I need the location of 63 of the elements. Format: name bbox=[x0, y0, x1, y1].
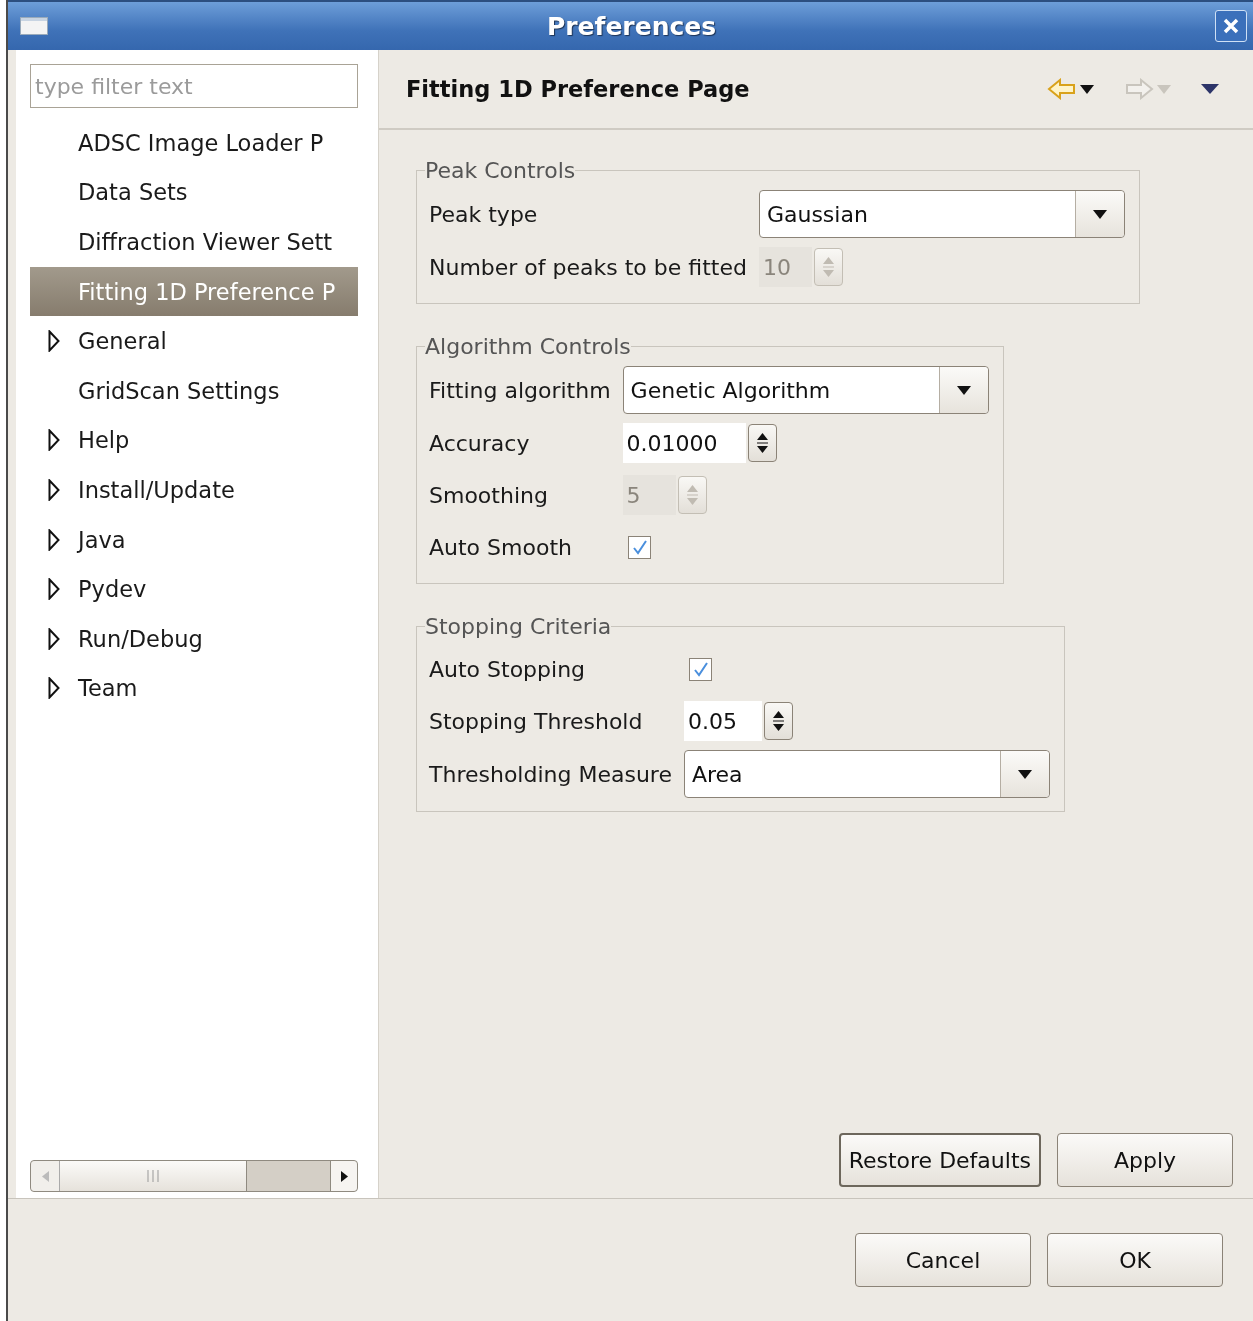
tree-item[interactable]: General bbox=[30, 316, 358, 366]
group-title: Stopping Criteria bbox=[425, 614, 612, 639]
field-label: Peak type bbox=[429, 200, 539, 229]
expand-triangle-icon[interactable] bbox=[48, 528, 60, 551]
expand-triangle-icon[interactable] bbox=[48, 627, 60, 650]
spinner-arrows-icon bbox=[771, 708, 785, 734]
spin-button[interactable] bbox=[747, 424, 777, 462]
right-arrow-icon bbox=[1124, 78, 1154, 100]
field-label: Fitting algorithm bbox=[429, 376, 611, 405]
tree-item[interactable]: Diffraction Viewer Sett bbox=[30, 217, 358, 267]
button[interactable]: OK bbox=[1047, 1233, 1223, 1287]
right-arrow-icon[interactable] bbox=[340, 1170, 348, 1182]
tree-item[interactable]: Java bbox=[30, 514, 358, 565]
field-label: Auto Stopping bbox=[429, 655, 587, 684]
expand-triangle-icon[interactable] bbox=[48, 429, 60, 452]
caret-icon bbox=[1201, 84, 1219, 94]
field-label: Stopping Threshold bbox=[429, 707, 644, 736]
button[interactable]: Cancel bbox=[855, 1233, 1031, 1287]
tree-item[interactable]: ADSC Image Loader P bbox=[30, 118, 358, 168]
group-title: Algorithm Controls bbox=[425, 334, 631, 359]
caret-icon bbox=[1157, 84, 1171, 94]
field-label: Auto Smooth bbox=[429, 533, 573, 562]
number-field[interactable]: 0.01000 bbox=[622, 423, 746, 463]
spinner-arrows-icon bbox=[685, 482, 699, 508]
tree-item[interactable]: Team bbox=[30, 663, 358, 714]
field-label: Number of peaks to be fitted bbox=[429, 253, 747, 282]
field-label: Thresholding Measure bbox=[429, 760, 672, 789]
expand-triangle-icon[interactable] bbox=[48, 578, 60, 601]
tree-item[interactable]: Pydev bbox=[30, 564, 358, 614]
checkbox[interactable] bbox=[688, 657, 712, 681]
button[interactable]: Restore Defaults bbox=[838, 1133, 1041, 1187]
grip-icon[interactable] bbox=[147, 1170, 159, 1182]
caret-icon bbox=[956, 385, 971, 395]
checkbox[interactable] bbox=[627, 535, 651, 559]
filter-field[interactable]: type filter text bbox=[30, 64, 358, 108]
caret-icon bbox=[1080, 84, 1094, 94]
dropdown[interactable]: Genetic Algorithm bbox=[622, 366, 989, 414]
expand-triangle-icon[interactable] bbox=[48, 677, 60, 700]
window-title: Preferences bbox=[545, 11, 718, 41]
tree-item[interactable]: Run/Debug bbox=[30, 613, 358, 664]
tree-item[interactable]: Help bbox=[30, 415, 358, 466]
expand-triangle-icon[interactable] bbox=[48, 478, 60, 501]
dropdown[interactable]: Area bbox=[683, 750, 1050, 798]
field-label: Accuracy bbox=[429, 429, 531, 458]
field-label: Smoothing bbox=[429, 481, 549, 510]
left-arrow-icon bbox=[1047, 78, 1077, 100]
expand-triangle-icon[interactable] bbox=[48, 330, 60, 353]
tree-item[interactable]: Data Sets bbox=[30, 167, 358, 218]
button[interactable]: Apply bbox=[1057, 1133, 1233, 1187]
close-button[interactable] bbox=[1215, 10, 1247, 42]
page-title: Fitting 1D Preference Page bbox=[406, 76, 751, 102]
dropdown[interactable]: Gaussian bbox=[758, 190, 1125, 238]
caret-icon bbox=[1017, 769, 1032, 779]
group-title: Peak Controls bbox=[425, 158, 576, 183]
spinner-arrows-icon bbox=[755, 430, 769, 456]
tree-item[interactable]: GridScan Settings bbox=[30, 365, 358, 416]
close-icon bbox=[1223, 18, 1239, 34]
horizontal-scrollbar[interactable] bbox=[30, 1160, 358, 1192]
tree-item[interactable]: Install/Update bbox=[30, 465, 358, 515]
spinner-arrows-icon bbox=[821, 254, 835, 280]
number-field[interactable]: 0.05 bbox=[683, 701, 762, 741]
caret-icon bbox=[1092, 209, 1107, 219]
spin-button[interactable] bbox=[763, 702, 793, 740]
